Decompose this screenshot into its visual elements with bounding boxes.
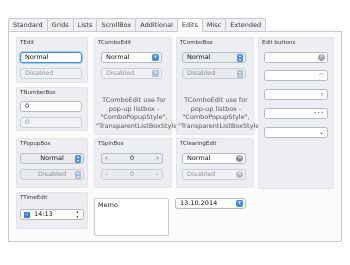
tcomboedit-disabled: Disabled ▾: [101, 68, 162, 79]
edit-with-clear-button[interactable]: ✕: [264, 52, 328, 63]
tcomboedit-normal-value: Normal: [106, 53, 130, 61]
tnumberbox-title: TNumberBox: [20, 90, 56, 96]
tcombobox-group: TComboBox Normal ▴ ▾ Disabled ▴ ▾ TComboEd…: [176, 37, 263, 135]
tcomboedit-group: TComboEdit Normal ▾ Disabled ▾ TComboEdi…: [94, 37, 181, 135]
ttimeedit-title: TTimeEdit: [20, 195, 48, 201]
tab-extended[interactable]: Extended: [225, 18, 267, 31]
chevron-left-icon[interactable]: ‹: [103, 154, 110, 163]
tcomboedit-disabled-value: Disabled: [106, 69, 135, 77]
tcombobox-normal[interactable]: Normal ▴ ▾: [182, 52, 246, 63]
tclearingedit-disabled-value: Disabled: [187, 170, 216, 178]
chevron-right-icon: ›: [156, 171, 159, 178]
tpopupbox-disabled: Disabled ▴ ▾: [20, 169, 84, 180]
tab-bar: Standard Grids Lists ScrollBox Additiona…: [8, 18, 267, 32]
search-icon[interactable]: ⌕: [321, 90, 324, 99]
chevron-right-icon[interactable]: ›: [154, 154, 161, 163]
updown-icon[interactable]: ▴ ▾: [75, 154, 81, 163]
tspinbox-disabled: ‹ 0 ›: [101, 169, 163, 180]
tclearingedit-disabled: Disabled ✕: [182, 169, 246, 180]
ttimeedit-input[interactable]: ✓ 14:13 ▴ ▾: [20, 209, 84, 220]
updown-icon: ▴ ▾: [237, 68, 243, 78]
tpopupbox-normal[interactable]: Normal ▴ ▾: [20, 153, 84, 164]
tnumberbox-normal-input[interactable]: 0: [20, 101, 82, 112]
tpopupbox-disabled-value: Disabled: [37, 170, 67, 178]
ttimeedit-value: 14:13: [34, 210, 53, 218]
chevron-down-icon[interactable]: ▾: [152, 54, 159, 61]
edit-with-ellipsis-button[interactable]: •••: [264, 108, 328, 119]
chevron-left-icon: ‹: [105, 171, 108, 178]
updown-icon: ▴ ▾: [75, 169, 81, 179]
tspinbox-normal-value: 0: [129, 154, 135, 162]
tab-lists[interactable]: Lists: [72, 18, 98, 31]
updown-icon[interactable]: ▴ ▾: [75, 209, 80, 219]
tedit-group: TEdit Normal Disabled: [16, 37, 88, 83]
tab-edits[interactable]: Edits: [176, 18, 203, 32]
tcombobox-title: TComboBox: [180, 40, 213, 46]
clear-icon[interactable]: ✕: [236, 155, 243, 162]
ttimeedit-group: TTimeEdit ✓ 14:13 ▴ ▾: [16, 192, 88, 229]
editbuttons-group: Edit buttons ✕ ◠ ⌕ ••• ⌄: [258, 37, 334, 189]
tcomboedit-note: TComboEdit use for pop-up listbox - "Com…: [96, 96, 181, 130]
tspinbox-title: TSpinBox: [98, 141, 124, 147]
tclearingedit-normal[interactable]: Normal ✕: [182, 153, 246, 164]
tab-standard[interactable]: Standard: [8, 18, 48, 31]
tspinbox-normal[interactable]: ‹ 0 ›: [101, 153, 163, 164]
tcombobox-disabled: Disabled ▴ ▾: [182, 68, 246, 79]
checkbox-checked-icon[interactable]: ✓: [24, 211, 30, 218]
date-edit[interactable]: 13.10.2014 ▾: [175, 198, 246, 209]
tpopupbox-normal-value: Normal: [40, 154, 64, 162]
tab-misc[interactable]: Misc: [201, 18, 227, 31]
ellipsis-icon[interactable]: •••: [313, 109, 324, 118]
eye-icon[interactable]: ◠: [319, 71, 324, 80]
tedit-title: TEdit: [20, 40, 35, 46]
tclearingedit-group: TClearingEdit Normal ✕ Disabled ✕: [176, 138, 254, 188]
edit-with-password-button[interactable]: ◠: [264, 70, 328, 81]
tab-scrollbox[interactable]: ScrollBox: [96, 18, 137, 31]
tpopupbox-title: TPopupBox: [20, 141, 51, 147]
tcombobox-normal-value: Normal: [187, 53, 211, 61]
memo[interactable]: Memo: [94, 198, 169, 236]
tedit-normal-input[interactable]: Normal: [20, 52, 82, 63]
chevron-down-icon[interactable]: ▾: [236, 200, 243, 207]
date-edit-value: 13.10.2014: [180, 199, 218, 207]
tcombobox-note: TComboEdit use for pop-up listbox - "Com…: [178, 96, 263, 130]
clear-icon[interactable]: ✕: [318, 54, 325, 61]
edit-with-dropdown-button[interactable]: ⌄: [264, 127, 328, 138]
tnumberbox-disabled-input: 0: [20, 117, 82, 128]
editbuttons-title: Edit buttons: [262, 40, 296, 46]
tab-additional[interactable]: Additional: [135, 18, 178, 31]
tspinbox-disabled-value: 0: [129, 170, 135, 178]
clear-icon: ✕: [236, 171, 243, 178]
tnumberbox-group: TNumberBox 0 0: [16, 87, 88, 131]
tedit-disabled-input: Disabled: [20, 68, 82, 79]
tclearingedit-normal-value: Normal: [187, 154, 211, 162]
edit-with-search-button[interactable]: ⌕: [264, 89, 328, 100]
memo-text: Memo: [98, 201, 118, 209]
chevron-down-icon: ▾: [152, 70, 159, 77]
tclearingedit-title: TClearingEdit: [180, 141, 217, 147]
tspinbox-group: TSpinBox ‹ 0 › ‹ 0 ›: [94, 138, 172, 188]
tcombobox-disabled-value: Disabled: [187, 69, 216, 77]
tcomboedit-normal[interactable]: Normal ▾: [101, 52, 162, 63]
updown-icon[interactable]: ▴ ▾: [237, 53, 243, 62]
chevron-down-icon[interactable]: ⌄: [319, 128, 324, 137]
tab-grids[interactable]: Grids: [46, 18, 74, 31]
tcomboedit-title: TComboEdit: [98, 40, 132, 46]
tpopupbox-group: TPopupBox Normal ▴ ▾ Disabled ▴ ▾: [16, 138, 88, 188]
